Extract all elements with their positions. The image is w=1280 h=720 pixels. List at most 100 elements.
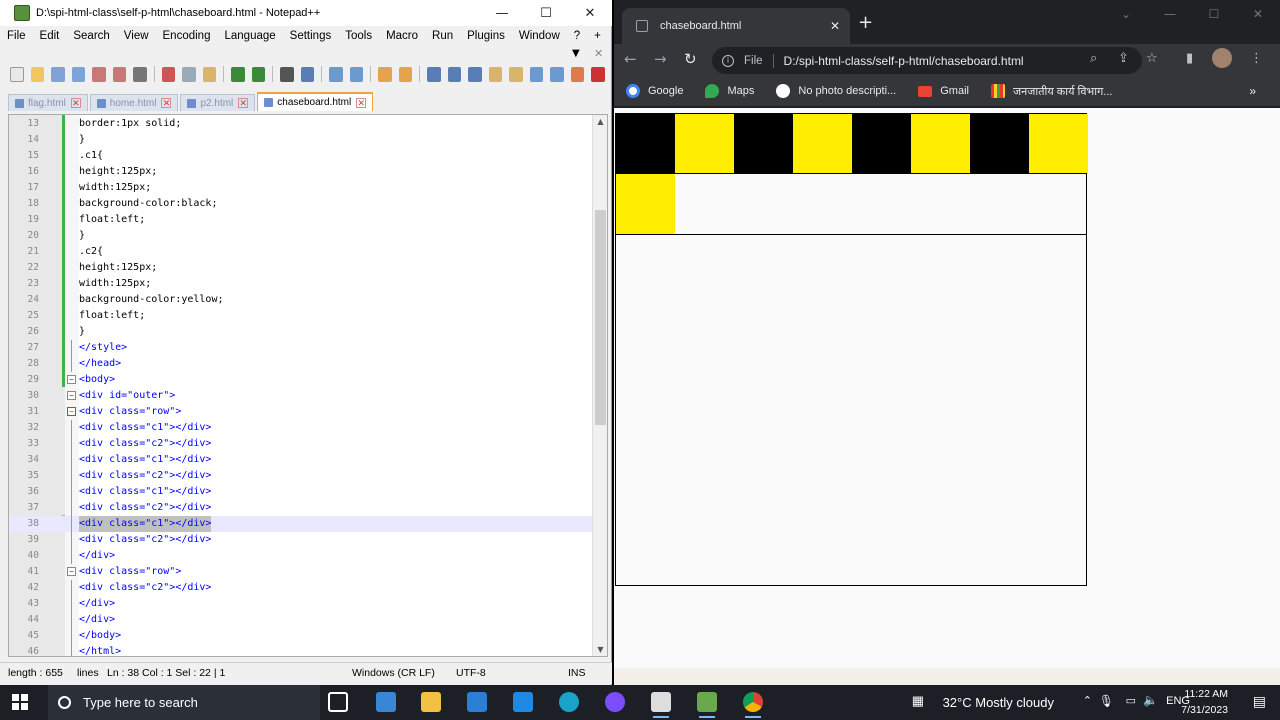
print-icon[interactable] [133, 66, 147, 82]
code-line[interactable]: 30 − <div id="outer"> [9, 388, 593, 404]
tab-close-icon[interactable]: ✕ [161, 98, 172, 108]
save-all-icon[interactable] [71, 66, 86, 82]
sync-h-icon[interactable] [398, 66, 413, 82]
tab-close-icon[interactable]: ✕ [830, 19, 840, 33]
browser-tab[interactable]: chaseboard.html ✕ [622, 8, 850, 44]
redo-icon[interactable] [251, 66, 266, 82]
notification-icon[interactable]: ▤ [1253, 693, 1266, 710]
code-line[interactable]: 16 height:125px; [9, 164, 593, 180]
folder-workspace-icon[interactable] [550, 66, 564, 82]
new-tab-icon[interactable]: + [858, 12, 873, 33]
menu-search[interactable]: Search [66, 30, 116, 42]
code-line[interactable]: 26} [9, 324, 593, 340]
file-explorer-icon[interactable] [421, 692, 441, 712]
battery-icon[interactable]: ▭ [1126, 694, 1136, 707]
function-list-icon[interactable] [529, 66, 544, 82]
edge-icon[interactable] [559, 692, 579, 712]
side-panel-icon[interactable]: ▮ [1186, 51, 1193, 66]
zoom-search-icon[interactable]: ⌕ [1090, 51, 1097, 66]
code-line[interactable]: 42 <div class="c2"></div> [9, 580, 593, 596]
fold-toggle-icon[interactable]: − [67, 567, 76, 576]
code-line[interactable]: 25 float:left; [9, 308, 593, 324]
maximize-icon[interactable]: ☐ [524, 0, 568, 26]
dropdown-arrow-icon[interactable]: ▼ [572, 48, 580, 59]
code-line[interactable]: 20} [9, 228, 593, 244]
code-line[interactable]: 41 − <div class="row"> [9, 564, 593, 580]
info-icon[interactable]: i [722, 54, 734, 67]
code-editor[interactable]: 13 border:1px solid; 14} 15 .c1{16 height:125… [8, 114, 608, 657]
code-line[interactable]: 33 <div class="c2"></div> [9, 436, 593, 452]
back-icon[interactable]: ← [624, 50, 637, 68]
chevron-down-icon[interactable]: ⌄ [1104, 0, 1148, 30]
forward-icon[interactable]: → [654, 50, 667, 68]
minimize-icon[interactable]: — [1148, 0, 1192, 30]
notepad-taskbar-icon[interactable] [697, 692, 717, 718]
code-line[interactable]: 22 height:125px; [9, 260, 593, 276]
url-text[interactable]: D:/spi-html-class/self-p-html/chaseboard… [784, 54, 1024, 68]
code-line[interactable]: 21 .c2{ [9, 244, 593, 260]
menu-view[interactable]: View [117, 30, 156, 42]
menu-plus[interactable]: + [587, 30, 608, 42]
close-all-icon[interactable] [112, 66, 127, 82]
tab-flag[interactable]: flag.html ✕ [8, 94, 88, 111]
vertical-scrollbar[interactable]: ▲ ▼ [592, 115, 607, 656]
weather-text[interactable]: 32°C Mostly cloudy [943, 695, 1054, 710]
fold-toggle-icon[interactable]: − [67, 391, 76, 400]
menu-run[interactable]: Run [425, 30, 460, 42]
code-line[interactable]: 43 </div> [9, 596, 593, 612]
clock-date[interactable]: 7/31/2023 [1168, 704, 1228, 716]
menu-encoding[interactable]: Encoding [156, 30, 218, 42]
maximize-icon[interactable]: ☐ [1192, 0, 1236, 30]
profile-avatar[interactable] [1212, 48, 1232, 68]
chevron-up-icon[interactable]: ⌃ [1083, 694, 1092, 707]
code-line[interactable]: 15 .c1{ [9, 148, 593, 164]
menu-window[interactable]: Window [512, 30, 567, 42]
record-macro-icon[interactable] [591, 66, 605, 82]
menu-macro[interactable]: Macro [379, 30, 425, 42]
bookmark-github[interactable]: No photo descripti... [776, 84, 896, 98]
tab-close-icon[interactable]: ✕ [356, 97, 367, 108]
open-file-icon[interactable] [30, 66, 45, 82]
app-icon[interactable] [376, 692, 396, 712]
paste-icon[interactable] [202, 66, 217, 82]
windows-start-icon[interactable] [12, 694, 28, 710]
weather-icon[interactable]: ▦ [912, 693, 924, 709]
bookmarks-overflow-icon[interactable]: » [1249, 84, 1256, 98]
menu-file[interactable]: File [0, 30, 33, 42]
menu-settings[interactable]: Settings [283, 30, 339, 42]
taskbar-search-box[interactable]: Type here to search [48, 685, 320, 720]
code-line[interactable]: 39 <div class="c2"></div> [9, 532, 593, 548]
menu-tools[interactable]: Tools [338, 30, 379, 42]
code-line[interactable]: 27 </style> [9, 340, 593, 356]
code-line[interactable]: 19 float:left; [9, 212, 593, 228]
code-line[interactable]: 17 width:125px; [9, 180, 593, 196]
wrap-icon[interactable] [427, 66, 441, 82]
code-line[interactable]: 13 border:1px solid; [9, 116, 593, 132]
scroll-up-icon[interactable]: ▲ [593, 117, 607, 126]
menu-language[interactable]: Language [217, 30, 282, 42]
bookmark-star-icon[interactable]: ☆ [1146, 51, 1158, 66]
new-file-icon[interactable] [10, 66, 24, 82]
fold-toggle-icon[interactable]: − [67, 375, 76, 384]
cut-icon[interactable] [161, 66, 176, 82]
save-icon[interactable] [51, 66, 65, 82]
replace-icon[interactable] [300, 66, 315, 82]
close-icon[interactable]: ✕ [568, 0, 612, 26]
reload-icon[interactable]: ↻ [684, 50, 697, 68]
menu-edit[interactable]: Edit [33, 30, 67, 42]
fold-toggle-icon[interactable]: − [67, 407, 76, 416]
code-line[interactable]: 14} [9, 132, 593, 148]
mail-icon[interactable] [513, 692, 533, 712]
code-line[interactable]: 38 <div class="c1"></div> [9, 516, 593, 532]
copy-icon[interactable] [182, 66, 196, 82]
microphone-icon[interactable]: 🎙 [1099, 694, 1114, 708]
zoom-out-icon[interactable] [349, 66, 364, 82]
tab-close-icon[interactable]: ✕ [238, 98, 249, 108]
clock-time[interactable]: 11:22 AM [1168, 688, 1228, 700]
code-line[interactable]: 31 − <div class="row"> [9, 404, 593, 420]
monitor-icon[interactable] [570, 66, 585, 82]
bookmark-maps[interactable]: Maps [705, 84, 754, 98]
indent-guide-icon[interactable] [468, 66, 482, 82]
menu-kebab-icon[interactable]: ⋮ [1250, 51, 1263, 66]
zoom-in-icon[interactable] [329, 66, 343, 82]
